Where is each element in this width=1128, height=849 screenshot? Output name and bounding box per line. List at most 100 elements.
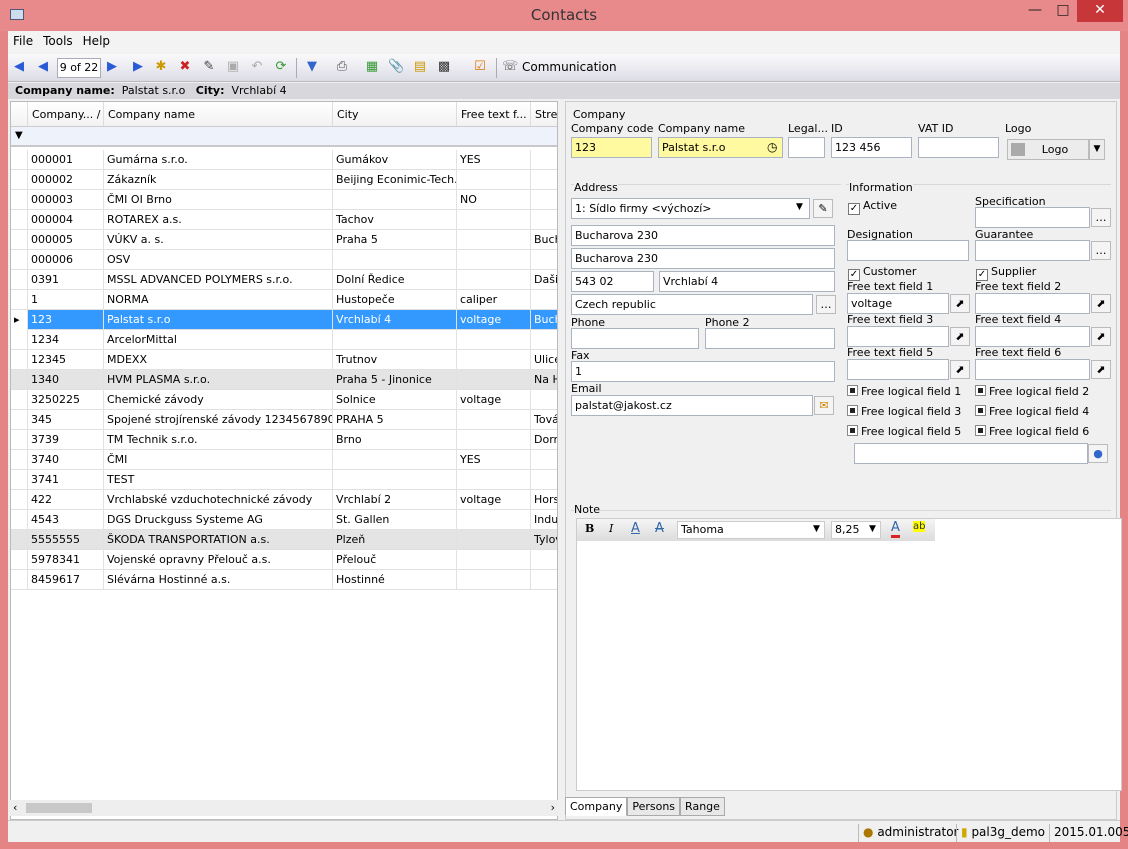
table-row[interactable]: 345 Spojené strojírenské závody 123456789… — [11, 410, 557, 430]
table-row[interactable]: 3739TM Technik s.r.o.Brno Dorny — [11, 430, 557, 450]
first-record-icon[interactable]: ◀ — [11, 59, 27, 75]
company-name-field[interactable]: Palstat s.r.o — [658, 137, 783, 158]
free-text-2-field[interactable] — [975, 293, 1090, 314]
table-row[interactable]: ▸123Palstat s.r.oVrchlabí 4voltageBucha — [11, 310, 557, 330]
note-editor[interactable]: B I A A Tahoma ▼ 8,25 ▼ A ab — [576, 518, 1122, 791]
globe-icon[interactable]: ● — [1088, 444, 1108, 463]
city-field[interactable]: Vrchlabí 4 — [659, 271, 835, 292]
contacts-grid[interactable]: Company... / Company name City Free text… — [10, 101, 558, 820]
table-row[interactable]: 000001 Gumárna s.r.o. Gumákov YES — [11, 150, 557, 170]
free-text-5-button[interactable]: ⬈ — [950, 360, 970, 379]
history-icon[interactable]: ◷ — [767, 140, 777, 154]
refresh-icon[interactable]: ⟳ — [273, 59, 289, 75]
address-action-icon[interactable]: ✎ — [813, 199, 833, 218]
last-record-icon[interactable]: ▶ — [130, 59, 146, 75]
logo-dropdown-icon[interactable]: ▼ — [1089, 139, 1105, 160]
free-text-3-button[interactable]: ⬈ — [950, 327, 970, 346]
table-row[interactable]: 8459617 Slévárna Hostinné a.s. Hostinné — [11, 570, 557, 590]
column-header-city[interactable]: City — [333, 102, 457, 126]
legal-field[interactable] — [788, 137, 825, 158]
highlight-icon[interactable]: ab — [913, 521, 926, 532]
column-header-code[interactable]: Company... / — [28, 102, 104, 126]
scroll-right-icon[interactable]: › — [551, 801, 555, 814]
menu-file[interactable]: File — [8, 31, 38, 51]
free-logical-4-checkbox[interactable]: Free logical field 4 — [975, 405, 1089, 418]
menu-help[interactable]: Help — [78, 31, 115, 51]
communication-button[interactable]: Communication — [522, 60, 617, 77]
next-record-icon[interactable]: ▶ — [104, 59, 120, 75]
table-row[interactable]: 000004 ROTAREX a.s. Tachov — [11, 210, 557, 230]
chevron-down-icon[interactable]: ▼ — [796, 202, 803, 212]
communication-icon[interactable]: ☏ — [502, 59, 518, 75]
export-icon[interactable]: ▦ — [364, 59, 380, 75]
free-text-5-field[interactable] — [847, 359, 949, 380]
delete-record-icon[interactable]: ✖ — [177, 59, 193, 75]
country-browse-button[interactable]: … — [816, 295, 836, 314]
table-row[interactable]: 12345MDEXXTrutnov Ulice — [11, 350, 557, 370]
country-field[interactable]: Czech republic — [571, 294, 813, 315]
address-type-select[interactable]: 1: Sídlo firmy <výchozí> — [571, 198, 810, 219]
table-row[interactable]: 000003 ČMI OI Brno NO — [11, 190, 557, 210]
view-icon[interactable]: ▩ — [436, 59, 452, 75]
free-text-6-field[interactable] — [975, 359, 1090, 380]
free-logical-3-checkbox[interactable]: Free logical field 3 — [847, 405, 961, 418]
guarantee-browse-button[interactable]: … — [1091, 241, 1111, 260]
vat-id-field[interactable] — [918, 137, 999, 158]
phone2-field[interactable] — [705, 328, 835, 349]
address-line1-field[interactable]: Bucharova 230 — [571, 225, 835, 246]
supplier-checkbox[interactable]: ✓ Supplier — [976, 265, 1036, 281]
font-color-icon[interactable]: A — [891, 520, 900, 538]
task-icon[interactable]: ☑ — [472, 59, 488, 75]
table-row[interactable]: 0391 MSSL ADVANCED POLYMERS s.r.o. Dolní Ř… — [11, 270, 557, 290]
font-family-select[interactable]: Tahoma — [677, 521, 825, 539]
bold-icon[interactable]: B — [585, 522, 594, 535]
table-row[interactable]: 1 NORMA Hustopeče caliper — [11, 290, 557, 310]
table-row[interactable]: 3250225 Chemické závody Solnice voltage — [11, 390, 557, 410]
address-line2-field[interactable]: Bucharova 230 — [571, 248, 835, 269]
tab-company[interactable]: Company — [565, 797, 628, 816]
table-row[interactable]: 000002 Zákazník Beijing Econimic-Tech... — [11, 170, 557, 190]
table-row[interactable]: 422 Vrchlabské vzduchotechnické závody Vrc… — [11, 490, 557, 510]
table-row[interactable]: 3741 TEST — [11, 470, 557, 490]
free-logical-2-checkbox[interactable]: Free logical field 2 — [975, 385, 1089, 398]
free-text-4-button[interactable]: ⬈ — [1091, 327, 1111, 346]
table-row[interactable]: 000005VÚKV a. s.Praha 5 Bucha — [11, 230, 557, 250]
table-row[interactable]: 1340 HVM PLASMA s.r.o. Praha 5 - Jinonice N… — [11, 370, 557, 390]
free-text-1-button[interactable]: ⬈ — [950, 294, 970, 313]
print-icon[interactable]: ⎙ — [334, 59, 350, 75]
designation-field[interactable] — [847, 240, 969, 261]
filter-row[interactable]: ▼ — [11, 127, 557, 147]
attachment-icon[interactable]: 📎 — [388, 59, 404, 75]
free-text-4-field[interactable] — [975, 326, 1090, 347]
paste-icon[interactable]: ▤ — [412, 59, 428, 75]
customer-checkbox[interactable]: ✓ Customer — [848, 265, 916, 281]
prev-record-icon[interactable]: ◀ — [35, 59, 51, 75]
italic-icon[interactable]: I — [609, 522, 613, 535]
table-row[interactable]: 000006 OSV — [11, 250, 557, 270]
column-header-street[interactable]: Stree — [531, 102, 557, 126]
specification-browse-button[interactable]: … — [1091, 208, 1111, 227]
free-text-2-button[interactable]: ⬈ — [1091, 294, 1111, 313]
table-row[interactable]: 5978341 Vojenské opravny Přelouč a.s. Přel… — [11, 550, 557, 570]
free-text-6-button[interactable]: ⬈ — [1091, 360, 1111, 379]
column-header-free-text[interactable]: Free text f... — [457, 102, 531, 126]
filter-icon[interactable]: ▼ — [304, 59, 320, 75]
fax-field[interactable]: 1 — [571, 361, 835, 382]
undo-icon[interactable]: ↶ — [249, 59, 265, 75]
maximize-button[interactable]: □ — [1049, 0, 1077, 22]
active-checkbox[interactable]: ✓ Active — [848, 199, 897, 215]
free-logical-5-checkbox[interactable]: Free logical field 5 — [847, 425, 961, 438]
table-row[interactable]: 5555555 ŠKODA TRANSPORTATION a.s. Plzeň Tyl… — [11, 530, 557, 550]
table-row[interactable]: 4543 DGS Druckguss Systeme AG St. Gallen In… — [11, 510, 557, 530]
send-email-icon[interactable]: ✉ — [814, 396, 834, 415]
company-code-field[interactable]: 123 — [571, 137, 652, 158]
scroll-left-icon[interactable]: ‹ — [13, 801, 17, 814]
free-logical-6-checkbox[interactable]: Free logical field 6 — [975, 425, 1089, 438]
free-text-3-field[interactable] — [847, 326, 949, 347]
link-field[interactable] — [854, 443, 1088, 464]
underline-icon[interactable]: A — [631, 521, 640, 536]
specification-field[interactable] — [975, 207, 1090, 228]
minimize-button[interactable]: — — [1021, 0, 1049, 22]
phone-field[interactable] — [571, 328, 699, 349]
menu-tools[interactable]: Tools — [38, 31, 78, 51]
